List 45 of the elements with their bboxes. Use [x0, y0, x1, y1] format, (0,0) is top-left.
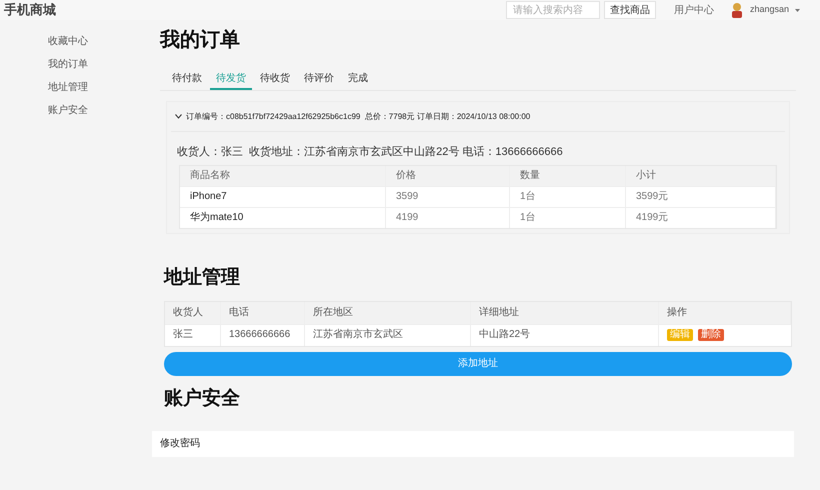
column-header: 电话 [221, 302, 305, 324]
sidebar-item[interactable]: 收藏中心 [48, 36, 160, 48]
table-cell: iPhone7 [180, 186, 386, 206]
delete-button[interactable]: 删除 [698, 329, 724, 341]
column-header: 收货人 [165, 302, 221, 324]
section-title: 地址管理 [164, 266, 240, 290]
column-header: 小计 [626, 166, 776, 186]
chevron-down-icon [175, 114, 182, 119]
caret-icon [795, 8, 800, 12]
search-field[interactable]: 请输入搜索内容 [506, 1, 600, 19]
tab[interactable]: 待评价 [298, 68, 340, 90]
column-header: 操作 [659, 302, 791, 324]
table-cell: 3599 [386, 186, 510, 206]
column-header: 所在地区 [305, 302, 471, 324]
table-cell: 3599元 [626, 186, 776, 206]
tab[interactable]: 待收货 [254, 68, 296, 90]
tab[interactable]: 待付款 [166, 68, 208, 90]
column-header: 数量 [510, 166, 626, 186]
table-cell: 1台 [510, 186, 626, 206]
section-title: 我的订单 [160, 28, 240, 53]
site-logo[interactable]: 手机商城 [4, 0, 56, 20]
user-center-link[interactable]: 用户中心 [674, 2, 714, 18]
table-cell: 1台 [510, 208, 626, 228]
table-cell: 江苏省南京市玄武区 [305, 324, 471, 346]
user-menu[interactable]: zhangsan [730, 1, 800, 19]
security-item[interactable]: 修改密码 [152, 430, 794, 456]
sidebar-item[interactable]: 我的订单 [48, 59, 160, 71]
column-header: 商品名称 [180, 166, 386, 186]
tab[interactable]: 完成 [342, 68, 374, 90]
table-cell: 4199 [386, 208, 510, 228]
column-header: 价格 [386, 166, 510, 186]
table-cell: 张三 [165, 324, 221, 346]
order-summary: 订单编号：c08b51f7bf72429aa12f62925b6c1c99 总价：7798元 订单日期：2024/10/13 08:00:00 [186, 110, 530, 122]
column-header: 详细地址 [471, 302, 659, 324]
order-header[interactable]: 订单编号：c08b51f7bf72429aa12f62925b6c1c99 总价：7798元 订单日期：2024/10/13 08:00:00 [171, 102, 785, 132]
table-cell: 4199元 [626, 208, 776, 228]
table-cell: 13666666666 [221, 324, 305, 346]
table-cell: 中山路22号 [471, 324, 659, 346]
sidebar-item[interactable]: 地址管理 [48, 82, 160, 94]
section-title: 账户安全 [164, 386, 240, 410]
avatar-icon [730, 2, 744, 18]
table-cell: 华为mate10 [180, 208, 386, 228]
recipient-info: 收货人：张三 收货地址：江苏省南京市玄武区中山路22号 电话：13666666666 [177, 144, 564, 160]
sidebar-item[interactable]: 账户安全 [48, 105, 160, 117]
search-button[interactable]: 查找商品 [604, 1, 656, 19]
